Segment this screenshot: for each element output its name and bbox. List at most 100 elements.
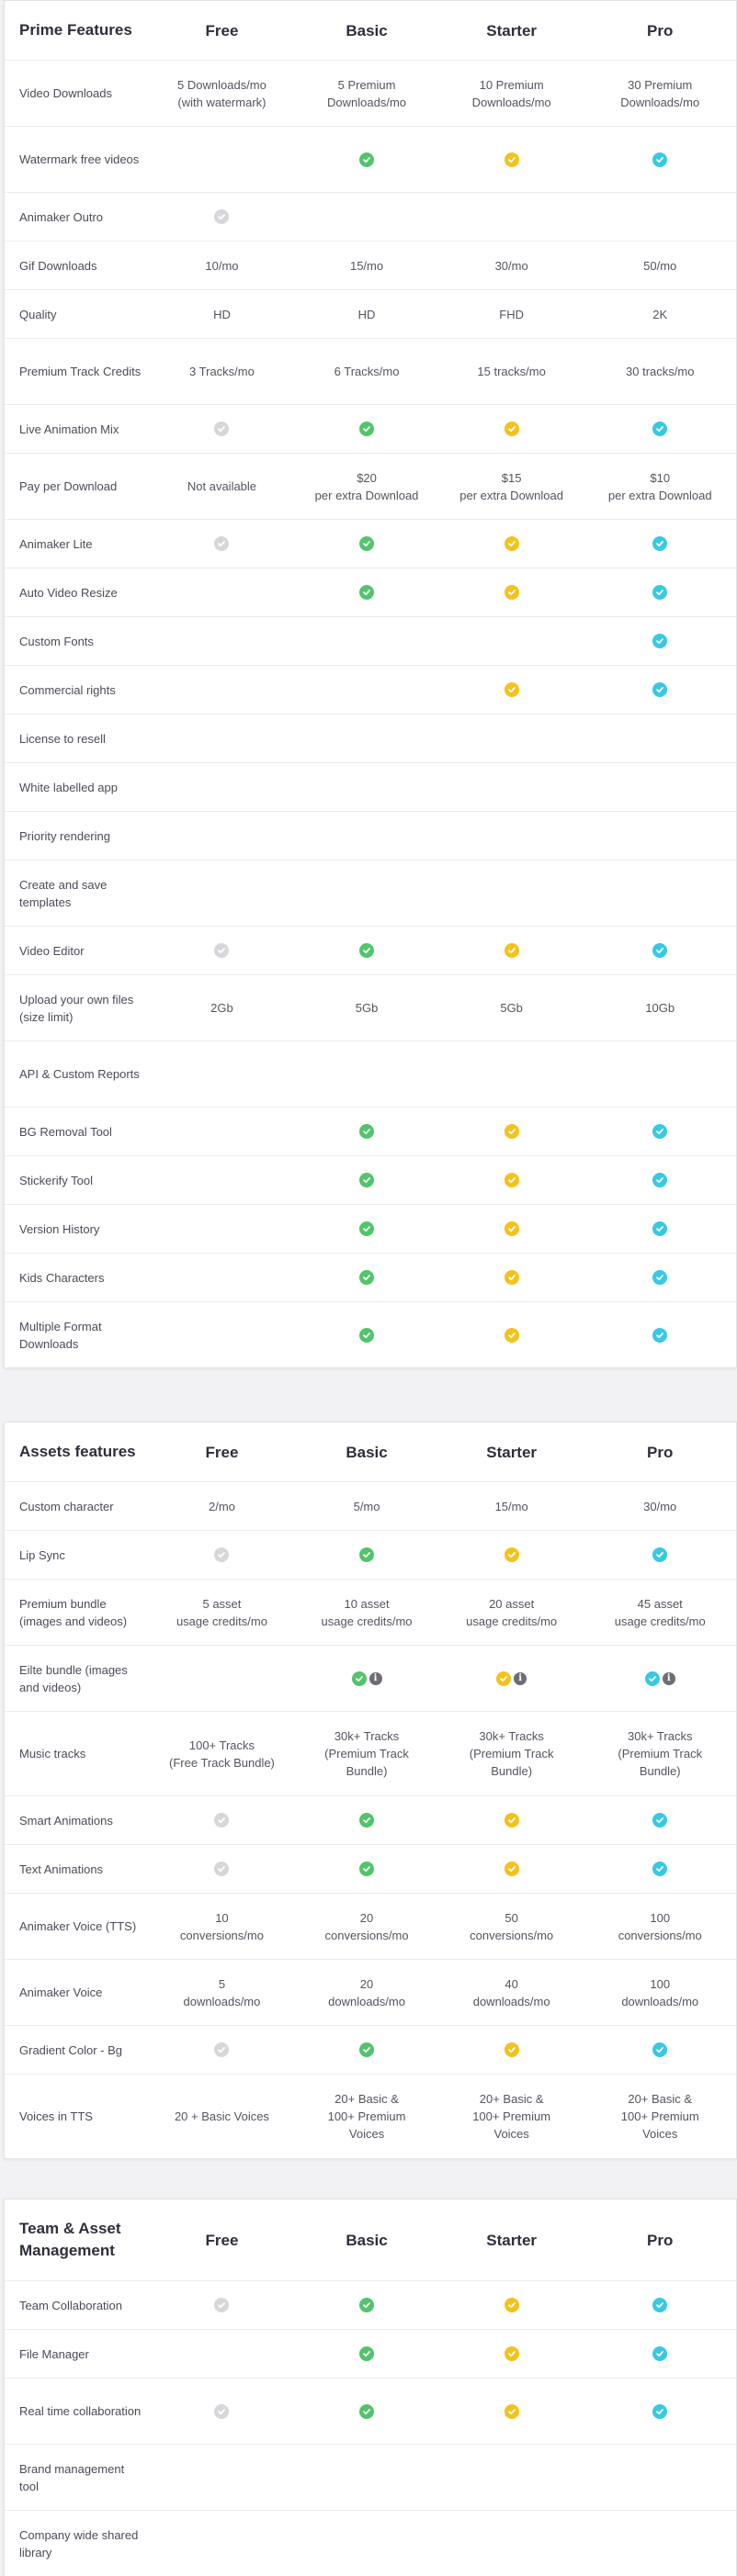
check-icon — [359, 536, 375, 551]
cell-free: Not available — [150, 478, 295, 495]
cell-starter: i — [439, 1670, 584, 1686]
table-row: Team Collaboration — [5, 2280, 736, 2329]
cell-starter — [439, 1327, 584, 1343]
cell-pro: 30k+ Tracks (Premium Track Bundle) — [584, 1727, 736, 1780]
cell-free: 5 Downloads/mo (with watermark) — [150, 76, 295, 111]
feature-label: Priority rendering — [19, 828, 110, 843]
cell-value: 2K — [652, 307, 668, 321]
feature-label: Kids Characters — [19, 1270, 105, 1285]
check-icon — [359, 1270, 375, 1285]
cell-free — [150, 422, 295, 436]
cell-value: $10 per extra Download — [607, 470, 712, 502]
cell-pro: 100 downloads/mo — [584, 1975, 736, 2010]
cell-pro: 30 tracks/mo — [584, 363, 736, 380]
cell-free: HD — [150, 306, 295, 323]
cell-basic — [294, 585, 439, 600]
table-row: Custom Fonts — [5, 616, 736, 665]
feature-label: BG Removal Tool — [19, 1124, 112, 1139]
feature-label: Brand management tool — [19, 2461, 125, 2493]
check-icon — [214, 2298, 230, 2312]
plan-header-starter: Starter — [486, 2231, 538, 2249]
check-icon — [504, 2042, 519, 2057]
cell-pro — [584, 152, 736, 167]
cell-pro: 30/mo — [584, 1498, 736, 1515]
cell-free: 100+ Tracks (Free Track Bundle) — [150, 1737, 295, 1772]
cell-starter: 50 conversions/mo — [439, 1909, 584, 1944]
cell-basic: 5/mo — [294, 1498, 439, 1515]
cell-starter — [439, 2346, 584, 2361]
cell-value: FHD — [499, 307, 524, 321]
feature-label: Premium Track Credits — [19, 365, 142, 378]
plan-header-basic: Basic — [346, 2231, 388, 2249]
section-title: Assets features — [19, 1443, 136, 1460]
feature-label: License to resell — [19, 731, 106, 746]
check-icon — [359, 1862, 375, 1876]
check-icon — [652, 585, 668, 600]
cell-starter: 10 Premium Downloads/mo — [439, 76, 584, 111]
plan-header-free: Free — [205, 1443, 239, 1461]
check-icon — [359, 1124, 375, 1139]
cell-value: 10/mo — [205, 258, 239, 273]
cell-basic: 6 Tracks/mo — [294, 363, 439, 380]
cell-basic — [294, 2403, 439, 2419]
check-icon — [652, 536, 668, 551]
table-row: Smart Animations — [5, 1795, 736, 1844]
table-row: Upload your own files (size limit) 2Gb 5Gb… — [5, 974, 736, 1041]
cell-basic: i — [294, 1670, 439, 1686]
cell-pro — [584, 585, 736, 600]
cell-free: 3 Tracks/mo — [150, 363, 295, 380]
info-icon[interactable]: i — [514, 1671, 527, 1685]
cell-starter — [439, 943, 584, 958]
cell-value: 5Gb — [355, 1001, 379, 1015]
cell-pro — [584, 1862, 736, 1876]
cell-pro — [584, 1547, 736, 1562]
cell-value: 30 tracks/mo — [626, 365, 695, 378]
cell-free — [150, 2298, 295, 2312]
table-row: Gif Downloads 10/mo 15/mo 30/mo 50/mo — [5, 241, 736, 289]
feature-label: Pay per Download — [19, 479, 118, 493]
cell-basic: HD — [294, 306, 439, 323]
cell-starter: 15/mo — [439, 1498, 584, 1515]
feature-label: Animaker Lite — [19, 536, 93, 551]
info-icon[interactable]: i — [662, 1671, 675, 1685]
plan-header-basic: Basic — [346, 21, 388, 39]
table-row: Pay per Download Not available $20 per ext… — [5, 453, 736, 519]
cell-starter: 5Gb — [439, 999, 584, 1017]
cell-basic: 5 Premium Downloads/mo — [294, 76, 439, 111]
info-icon[interactable]: i — [368, 1671, 382, 1685]
plan-header-basic: Basic — [346, 1443, 388, 1461]
table-row: Premium bundle (images and videos) 5 asse… — [5, 1579, 736, 1645]
check-icon — [504, 1862, 519, 1876]
table-row: BG Removal Tool — [5, 1107, 736, 1155]
feature-label: Voices in TTS — [19, 2109, 93, 2123]
table-row: Quality HD HD FHD 2K — [5, 289, 736, 338]
table-row: Music tracks 100+ Tracks (Free Track Bund… — [5, 1711, 736, 1795]
table-row: Text Animations — [5, 1844, 736, 1893]
cell-free: 10 conversions/mo — [150, 1909, 295, 1944]
cell-free — [150, 1547, 295, 1562]
feature-label: Version History — [19, 1221, 100, 1236]
cell-basic: 20+ Basic & 100+ Premium Voices — [294, 2090, 439, 2143]
cell-value: 15/mo — [494, 1499, 528, 1513]
cell-pro — [584, 1173, 736, 1187]
section-title: Team & Asset Management — [19, 2220, 121, 2259]
cell-starter — [439, 2403, 584, 2419]
check-icon — [504, 422, 519, 436]
cell-basic — [294, 1173, 439, 1187]
cell-value: 3 Tracks/mo — [189, 365, 255, 378]
table-row: Live Animation Mix — [5, 404, 736, 453]
check-icon — [214, 536, 230, 551]
section-title: Prime Features — [19, 21, 132, 39]
check-icon — [359, 1327, 375, 1343]
check-icon — [504, 152, 519, 167]
check-icon — [359, 1221, 375, 1236]
check-icon — [652, 152, 668, 167]
check-icon — [504, 2403, 519, 2419]
plan-header-pro: Pro — [647, 2231, 674, 2249]
cell-starter — [439, 1221, 584, 1236]
feature-label: Smart Animations — [19, 1813, 113, 1828]
table-row: White labelled app — [5, 762, 736, 811]
cell-value: 20+ Basic & 100+ Premium Voices — [620, 2092, 699, 2141]
feature-label: Lip Sync — [19, 1547, 65, 1562]
cell-pro — [584, 1813, 736, 1828]
